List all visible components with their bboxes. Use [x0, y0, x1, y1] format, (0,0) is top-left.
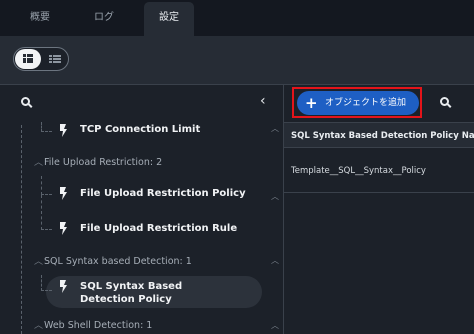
scroll-marker-icon: ︿ — [271, 321, 279, 330]
caret-up-icon: ︿ — [34, 321, 44, 331]
tree-stem — [41, 122, 52, 132]
top-tab-bar: 概要 ログ 設定 — [0, 0, 474, 36]
category-label: Web Shell Detection: 1 — [44, 320, 153, 331]
tree-stem — [41, 176, 52, 195]
list-cards-icon[interactable] — [15, 49, 41, 69]
table-row[interactable]: Template__SQL__Syntax__Policy — [284, 149, 474, 193]
add-object-button[interactable]: + オブジェクトを追加 — [297, 91, 419, 115]
scroll-marker-icon: ︿ — [271, 256, 279, 265]
search-icon[interactable] — [21, 97, 30, 106]
tree-item-tcp-connection-limit[interactable]: TCP Connection Limit — [80, 124, 200, 135]
tree-item-file-upload-policy[interactable]: File Upload Restriction Policy — [80, 188, 246, 199]
category-label: SQL Syntax based Detection: 1 — [44, 256, 192, 267]
table-header[interactable]: SQL Syntax Based Detection Policy Name — [284, 122, 474, 148]
chevron-left-icon[interactable]: ‹ — [260, 93, 266, 109]
tab-logs[interactable]: ログ — [76, 0, 132, 36]
policy-tree-panel: ‹ TCP Connection Limit ︿File Upload Rest… — [0, 85, 284, 334]
tree-scrollbar[interactable]: ︿ ︿ ︿ ︿ — [270, 123, 280, 334]
tree-connector — [21, 125, 23, 334]
scroll-marker-icon: ︿ — [271, 192, 279, 201]
tree-stem — [41, 195, 52, 230]
table-view-icon[interactable] — [42, 49, 68, 69]
search-icon[interactable] — [440, 97, 449, 106]
tree-category-web-shell[interactable]: ︿Web Shell Detection: 1 — [34, 318, 152, 331]
caret-up-icon: ︿ — [34, 257, 44, 267]
tab-settings[interactable]: 設定 — [144, 2, 194, 36]
view-toolbar — [0, 36, 474, 85]
tree-item-sql-syntax-policy[interactable]: SQL Syntax Based Detection Policy — [80, 280, 230, 306]
category-label: File Upload Restriction: 2 — [44, 157, 163, 168]
plus-icon: + — [305, 94, 318, 112]
bolt-icon — [60, 124, 67, 137]
add-object-label: オブジェクトを追加 — [325, 98, 407, 108]
tree-item-file-upload-rule[interactable]: File Upload Restriction Rule — [80, 223, 237, 234]
policy-list-panel: + オブジェクトを追加 SQL Syntax Based Detection P… — [284, 85, 474, 334]
scroll-up-icon[interactable]: ︿ — [270, 123, 280, 134]
tab-overview[interactable]: 概要 — [12, 0, 68, 36]
tree-stem — [41, 275, 52, 291]
tree-category-file-upload[interactable]: ︿File Upload Restriction: 2 — [34, 155, 162, 168]
view-toggle[interactable] — [13, 47, 69, 71]
bolt-icon — [60, 187, 67, 200]
bolt-icon — [60, 222, 67, 235]
bolt-icon — [60, 280, 67, 293]
tree-category-sql-syntax[interactable]: ︿SQL Syntax based Detection: 1 — [34, 254, 192, 267]
caret-up-icon: ︿ — [34, 158, 44, 168]
